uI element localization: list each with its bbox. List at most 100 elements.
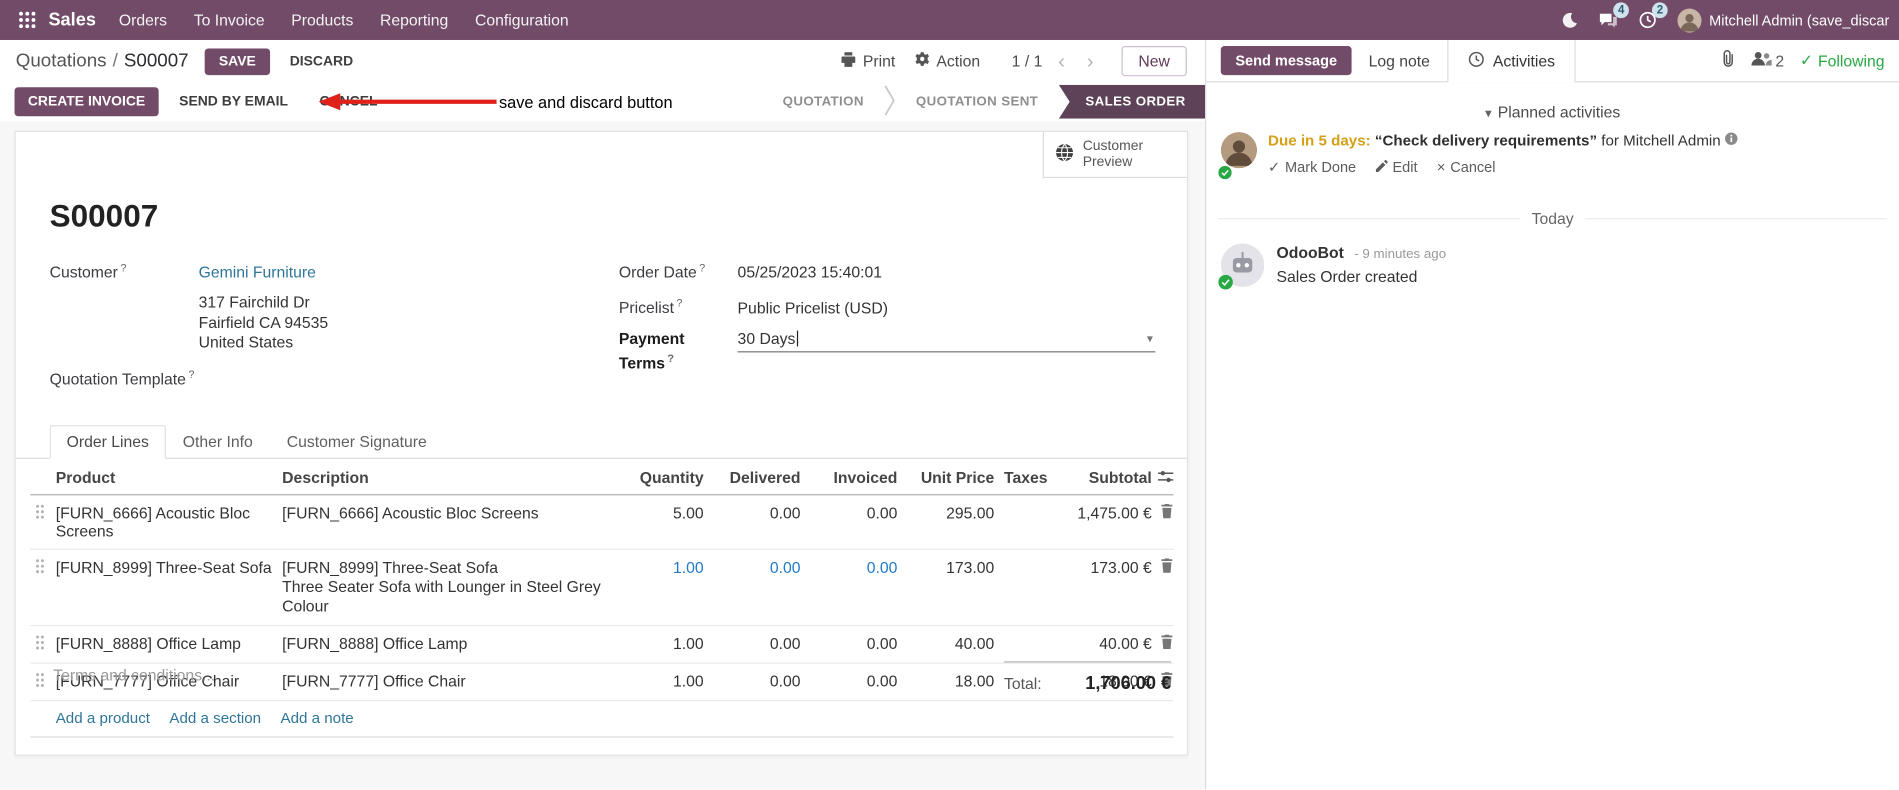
discard-button[interactable]: DISCARD [278, 48, 366, 75]
customer-value[interactable]: Gemini Furniture [199, 263, 316, 282]
line-description[interactable]: [FURN_8999] Three-Seat Sofa Three Seater… [282, 559, 619, 617]
line-unit-price[interactable]: 295.00 [897, 504, 994, 522]
line-delivered[interactable]: 0.00 [704, 504, 801, 522]
line-unit-price[interactable]: 173.00 [897, 559, 994, 577]
line-quantity[interactable]: 5.00 [619, 504, 704, 522]
col-invoiced[interactable]: Invoiced [801, 469, 898, 487]
customer-preview-button[interactable]: Customer Preview [1042, 132, 1187, 179]
delete-line-icon[interactable] [1152, 504, 1174, 522]
col-subtotal[interactable]: Subtotal [1062, 469, 1152, 487]
activities-clock-icon[interactable]: 2 [1629, 0, 1669, 40]
menu-orders[interactable]: Orders [106, 0, 181, 40]
cancel-order-button[interactable]: CANCEL [309, 87, 389, 116]
stage-quotation-sent[interactable]: QUOTATION SENT [895, 85, 1058, 119]
menu-to-invoice[interactable]: To Invoice [180, 0, 278, 40]
drag-handle-icon[interactable] [30, 504, 55, 523]
optional-columns-icon[interactable] [1152, 469, 1174, 487]
log-note-button[interactable]: Log note [1369, 51, 1430, 69]
line-product[interactable]: [FURN_8888] Office Lamp [56, 635, 282, 653]
user-menu[interactable]: Mitchell Admin (save_discar [1677, 7, 1889, 33]
table-footer-links: Add a product Add a section Add a note [30, 701, 1174, 738]
line-quantity[interactable]: 1.00 [619, 559, 704, 577]
col-description[interactable]: Description [282, 469, 619, 488]
paperclip-icon[interactable] [1721, 50, 1736, 72]
action-button[interactable]: Action [910, 51, 985, 70]
line-invoiced[interactable]: 0.00 [801, 504, 898, 522]
following-button[interactable]: ✓ Following [1800, 51, 1885, 70]
line-description[interactable]: [FURN_8888] Office Lamp [282, 635, 619, 654]
pager-previous-icon[interactable]: ‹ [1052, 51, 1071, 72]
menu-reporting[interactable]: Reporting [367, 0, 462, 40]
add-product-link[interactable]: Add a product [56, 710, 150, 727]
mark-done-button[interactable]: ✓ Mark Done [1268, 159, 1356, 177]
col-taxes[interactable]: Taxes [994, 469, 1062, 487]
total-value: 1,706.00 € [1085, 673, 1172, 694]
followers-button[interactable]: 2 [1751, 51, 1784, 70]
pricelist-value[interactable]: Public Pricelist (USD) [738, 299, 888, 318]
line-product[interactable]: [FURN_6666] Acoustic Bloc Screens [56, 504, 282, 540]
send-by-email-button[interactable]: SEND BY EMAIL [168, 87, 299, 116]
create-invoice-button[interactable]: CREATE INVOICE [14, 87, 159, 117]
message-author[interactable]: OdooBot [1276, 243, 1343, 261]
pager-next-icon[interactable]: › [1081, 51, 1100, 72]
new-button[interactable]: New [1121, 46, 1187, 77]
tab-customer-signature[interactable]: Customer Signature [270, 425, 444, 458]
tab-order-lines[interactable]: Order Lines [49, 425, 166, 460]
order-line-row[interactable]: [FURN_8888] Office Lamp [FURN_8888] Offi… [30, 626, 1174, 664]
line-delivered[interactable]: 0.00 [704, 672, 801, 690]
stage-quotation[interactable]: QUOTATION [762, 85, 884, 119]
order-line-row[interactable]: [FURN_6666] Acoustic Bloc Screens [FURN_… [30, 496, 1174, 551]
line-delivered[interactable]: 0.00 [704, 559, 801, 577]
planned-activities-header[interactable]: ▾ Planned activities [1206, 103, 1899, 121]
drag-handle-icon[interactable] [30, 672, 55, 691]
top-navbar: Sales Orders To Invoice Products Reporti… [0, 0, 1899, 40]
order-line-row[interactable]: [FURN_8999] Three-Seat Sofa [FURN_8999] … [30, 550, 1174, 627]
line-description[interactable]: [FURN_7777] Office Chair [282, 672, 619, 691]
info-icon[interactable] [1725, 132, 1738, 149]
moon-icon[interactable] [1552, 0, 1588, 40]
add-section-link[interactable]: Add a section [169, 710, 261, 727]
menu-products[interactable]: Products [278, 0, 367, 40]
line-delivered[interactable]: 0.00 [704, 635, 801, 653]
line-product[interactable]: [FURN_8999] Three-Seat Sofa [56, 559, 282, 577]
form-sheet: Customer Preview S00007 Customer? Gemini… [14, 130, 1189, 756]
line-invoiced[interactable]: 0.00 [801, 635, 898, 653]
line-description[interactable]: [FURN_6666] Acoustic Bloc Screens [282, 504, 619, 523]
order-date-value[interactable]: 05/25/2023 15:40:01 [738, 263, 882, 282]
messages-icon[interactable]: 4 [1590, 0, 1630, 40]
line-quantity[interactable]: 1.00 [619, 635, 704, 653]
form-pane: Quotations / S00007 SAVE DISCARD Print A… [0, 39, 1206, 790]
cancel-activity-button[interactable]: × Cancel [1437, 159, 1496, 177]
col-unit-price[interactable]: Unit Price [897, 469, 994, 487]
line-invoiced[interactable]: 0.00 [801, 672, 898, 690]
app-name[interactable]: Sales [48, 10, 95, 31]
dropdown-caret-icon[interactable]: ▾ [1147, 330, 1153, 349]
col-delivered[interactable]: Delivered [704, 469, 801, 487]
apps-grid-icon[interactable] [10, 0, 44, 40]
terms-placeholder[interactable]: Terms and conditions... [53, 666, 215, 684]
save-button[interactable]: SAVE [204, 47, 271, 75]
text-cursor [796, 330, 799, 346]
print-button[interactable]: Print [836, 51, 900, 70]
followers-count: 2 [1775, 51, 1785, 70]
col-quantity[interactable]: Quantity [619, 469, 704, 487]
drag-handle-icon[interactable] [30, 559, 55, 578]
add-note-link[interactable]: Add a note [280, 710, 353, 727]
delete-line-icon[interactable] [1152, 634, 1174, 653]
drag-handle-icon[interactable] [30, 635, 55, 654]
table-header: Product Description Quantity Delivered I… [30, 464, 1174, 496]
col-product[interactable]: Product [56, 469, 282, 487]
line-invoiced[interactable]: 0.00 [801, 559, 898, 577]
line-quantity[interactable]: 1.00 [619, 672, 704, 690]
menu-configuration[interactable]: Configuration [462, 0, 582, 40]
line-unit-price[interactable]: 40.00 [897, 635, 994, 653]
stage-sales-order[interactable]: SALES ORDER [1058, 84, 1206, 119]
tab-activities[interactable]: Activities [1446, 39, 1576, 82]
line-unit-price[interactable]: 18.00 [897, 672, 994, 690]
payment-terms-input[interactable]: 30 Days ▾ [737, 329, 1156, 353]
tab-other-info[interactable]: Other Info [166, 425, 270, 458]
delete-line-icon[interactable] [1152, 558, 1174, 577]
breadcrumb-quotations[interactable]: Quotations [16, 50, 107, 72]
edit-activity-button[interactable]: Edit [1375, 159, 1418, 177]
send-message-button[interactable]: Send message [1220, 46, 1352, 76]
